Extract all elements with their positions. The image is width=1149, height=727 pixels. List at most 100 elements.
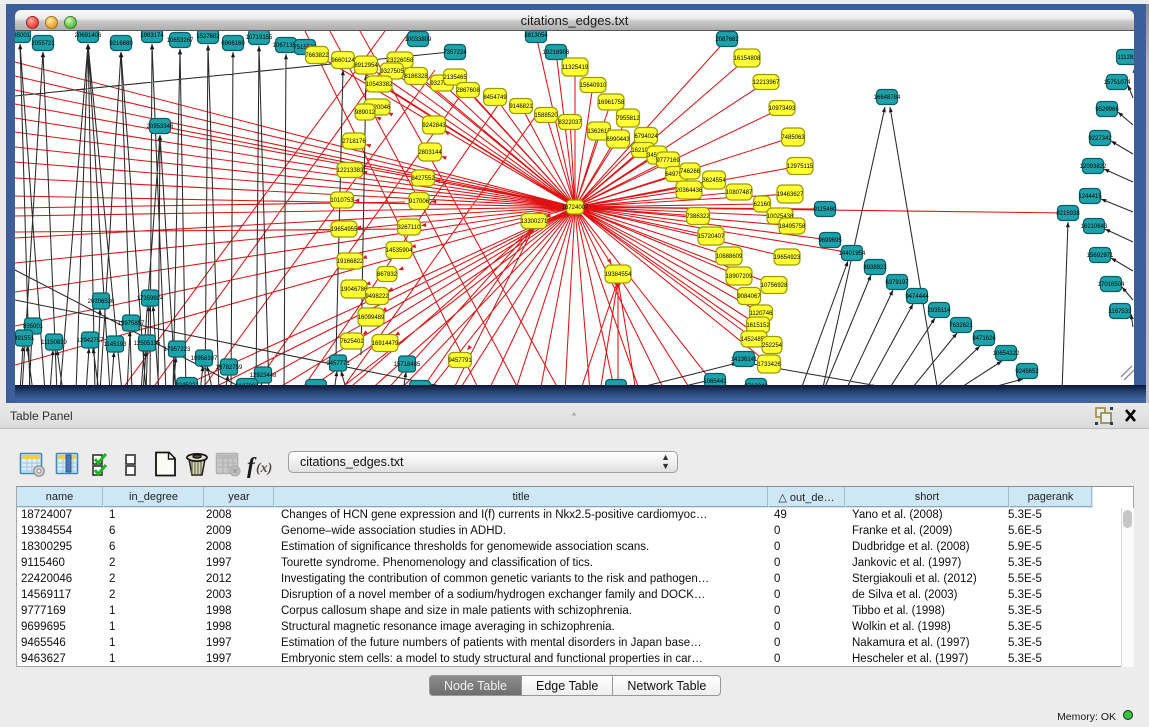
svg-text:11150829: 11150829 [41,340,67,346]
svg-text:12942757: 12942757 [77,338,104,344]
svg-text:14136141: 14136141 [731,357,758,363]
svg-text:9457791: 9457791 [448,358,472,364]
svg-text:867832: 867832 [377,272,398,278]
svg-text:6379197: 6379197 [885,280,909,286]
svg-text:15640910: 15640910 [580,83,607,89]
svg-text:1983174: 1983174 [140,33,164,39]
svg-text:9115460: 9115460 [814,207,838,213]
svg-text:9498222: 9498222 [365,294,389,300]
svg-text:19166822: 19166822 [337,259,364,265]
svg-text:1615152: 1615152 [746,323,770,329]
svg-text:17016504: 17016504 [1098,282,1125,288]
svg-text:8186328: 8186328 [404,74,428,80]
svg-text:8938923: 8938923 [863,265,887,271]
svg-text:16648784: 16648784 [874,95,901,101]
svg-text:17957223: 17957223 [164,347,191,353]
svg-text:19654955: 19654955 [331,227,358,233]
svg-text:1527602: 1527602 [196,34,220,40]
svg-text:16914479: 16914479 [372,341,399,347]
svg-text:9529966: 9529966 [1095,107,1119,113]
svg-text:8813054: 8813054 [524,33,548,39]
svg-text:1244415: 1244415 [1078,194,1102,200]
svg-text:15692971: 15692971 [1087,253,1114,259]
svg-text:9660124: 9660124 [331,58,355,64]
svg-text:7357224: 7357224 [443,50,467,56]
svg-text:9474444: 9474444 [905,294,929,300]
svg-text:9457771: 9457771 [326,361,350,367]
svg-text:15720407: 15720407 [698,234,725,240]
svg-text:19975857: 19975857 [118,321,145,327]
svg-text:12213383: 12213383 [337,168,364,174]
svg-text:12093822: 12093822 [1080,164,1107,170]
svg-text:9242843: 9242843 [422,123,446,129]
svg-text:2867608: 2867608 [456,88,480,94]
svg-text:7663822: 7663822 [305,53,329,59]
svg-text:8427552: 8427552 [411,176,435,182]
svg-text:17359924: 17359924 [137,296,164,302]
svg-text:7625402: 7625402 [340,339,364,345]
svg-text:19654923: 19654923 [774,255,801,261]
svg-text:6966160: 6966160 [221,41,245,47]
svg-text:20206536: 20206536 [88,299,115,305]
svg-text:10958107: 10958107 [191,356,218,362]
svg-text:16782759: 16782759 [216,365,243,371]
svg-text:16210643: 16210643 [1081,224,1108,230]
svg-text:9699695: 9699695 [818,238,842,244]
svg-text:111282: 111282 [1117,55,1134,61]
svg-text:10807487: 10807487 [726,190,753,196]
svg-text:19384554: 19384554 [605,272,632,278]
svg-text:10653267: 10653267 [167,38,194,44]
svg-text:11325419: 11325419 [562,65,589,71]
svg-text:9327505: 9327505 [380,69,404,75]
svg-text:10973493: 10973493 [769,106,796,112]
svg-text:(x): (x) [256,461,272,476]
svg-text:16154808: 16154808 [734,56,761,62]
svg-text:835001: 835001 [15,33,31,39]
svg-text:1588520: 1588520 [534,113,558,119]
svg-text:20691406: 20691406 [75,33,102,39]
svg-text:7386322: 7386322 [686,214,710,220]
svg-text:989012: 989012 [355,110,376,116]
svg-text:2718176: 2718176 [342,139,366,145]
svg-text:10688609: 10688609 [716,254,743,260]
svg-text:6990443: 6990443 [606,137,630,143]
svg-text:18907209: 18907209 [726,274,753,280]
svg-text:9146821: 9146821 [509,104,533,110]
svg-text:62160: 62160 [754,202,771,208]
svg-text:2055721: 2055721 [31,41,55,47]
svg-text:15751074: 15751074 [1104,80,1131,86]
svg-text:10654122: 10654122 [993,351,1020,357]
svg-text:391551: 391551 [15,336,35,342]
svg-text:917006: 917006 [409,199,430,205]
svg-text:8322037: 8322037 [558,120,582,126]
svg-text:1167533: 1167533 [1109,309,1133,315]
svg-text:12505135: 12505135 [134,341,161,347]
svg-text:20953346: 20953346 [147,124,174,130]
svg-text:19046786: 19046786 [341,287,368,293]
svg-text:9777169: 9777169 [656,158,680,164]
svg-text:18724007: 18724007 [562,205,589,211]
svg-text:746266: 746266 [680,169,701,175]
svg-text:1145193: 1145193 [104,342,128,348]
svg-text:3267110: 3267110 [398,225,422,231]
svg-text:20364436: 20364436 [676,188,703,194]
svg-text:252254: 252254 [762,343,783,349]
svg-text:10756928: 10756928 [761,283,788,289]
svg-text:10719155: 10719155 [246,35,273,41]
svg-text:16961758: 16961758 [598,100,625,106]
svg-text:8471626: 8471626 [972,336,996,342]
svg-text:10033809: 10033809 [405,37,432,43]
svg-text:9216680: 9216680 [109,41,133,47]
svg-text:15718485: 15718485 [394,362,421,368]
svg-text:7955812: 7955812 [616,116,640,122]
svg-text:7485063: 7485063 [781,135,805,141]
svg-text:9084067: 9084067 [737,294,761,300]
svg-text:835001: 835001 [23,324,44,330]
svg-text:2087682: 2087682 [715,37,739,43]
svg-text:2935114: 2935114 [928,308,952,314]
svg-text:12213967: 12213967 [753,80,780,86]
svg-text:10543382: 10543382 [366,82,393,88]
svg-text:3624554: 3624554 [702,178,726,184]
svg-text:1120746: 1120746 [750,311,774,317]
svg-text:7632621: 7632621 [949,323,973,329]
